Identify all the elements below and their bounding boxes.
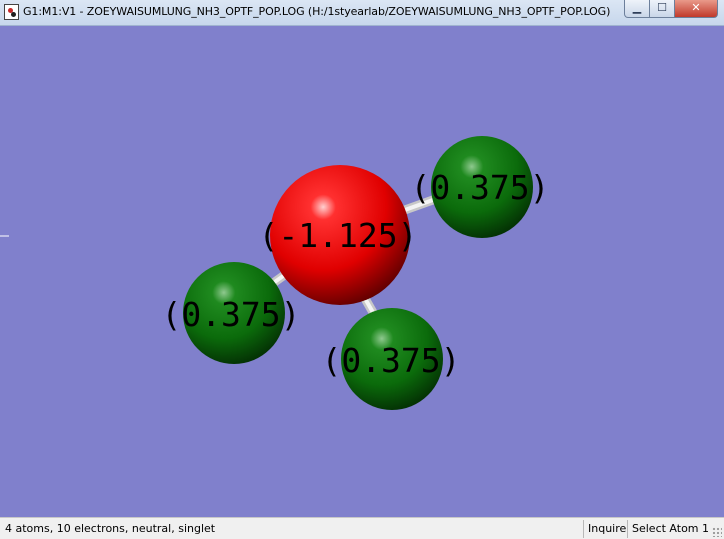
charge-label-n: (-1.125) (259, 216, 418, 255)
status-bar: 4 atoms, 10 electrons, neutral, singlet … (0, 517, 724, 539)
title-bar[interactable]: G1:M1:V1 - ZOEYWAISUMLUNG_NH3_OPTF_POP.L… (0, 0, 724, 26)
mode-indicator: Inquire (583, 520, 630, 538)
maximize-button[interactable]: ☐ (649, 0, 675, 18)
close-button[interactable]: ✕ (674, 0, 718, 18)
minimize-button[interactable]: ▁ (624, 0, 650, 18)
charge-label-h3: (0.375) (321, 341, 460, 380)
charge-label-h2: (0.375) (410, 168, 549, 207)
resize-grip[interactable] (712, 527, 722, 537)
app-icon[interactable] (4, 4, 19, 20)
molecule-canvas[interactable]: (-1.125) (0.375) (0.375) (0.375) (0, 26, 724, 517)
action-indicator: Select Atom 1 (627, 520, 713, 538)
caption-buttons: ▁ ☐ ✕ (624, 0, 718, 19)
gaussview-window: G1:M1:V1 - ZOEYWAISUMLUNG_NH3_OPTF_POP.L… (0, 0, 724, 539)
window-title: G1:M1:V1 - ZOEYWAISUMLUNG_NH3_OPTF_POP.L… (23, 5, 611, 18)
charge-label-h1: (0.375) (161, 295, 300, 334)
molecule-viewport[interactable]: (-1.125) (0.375) (0.375) (0.375) (0, 26, 724, 517)
molecule-summary: 4 atoms, 10 electrons, neutral, singlet (5, 522, 216, 535)
